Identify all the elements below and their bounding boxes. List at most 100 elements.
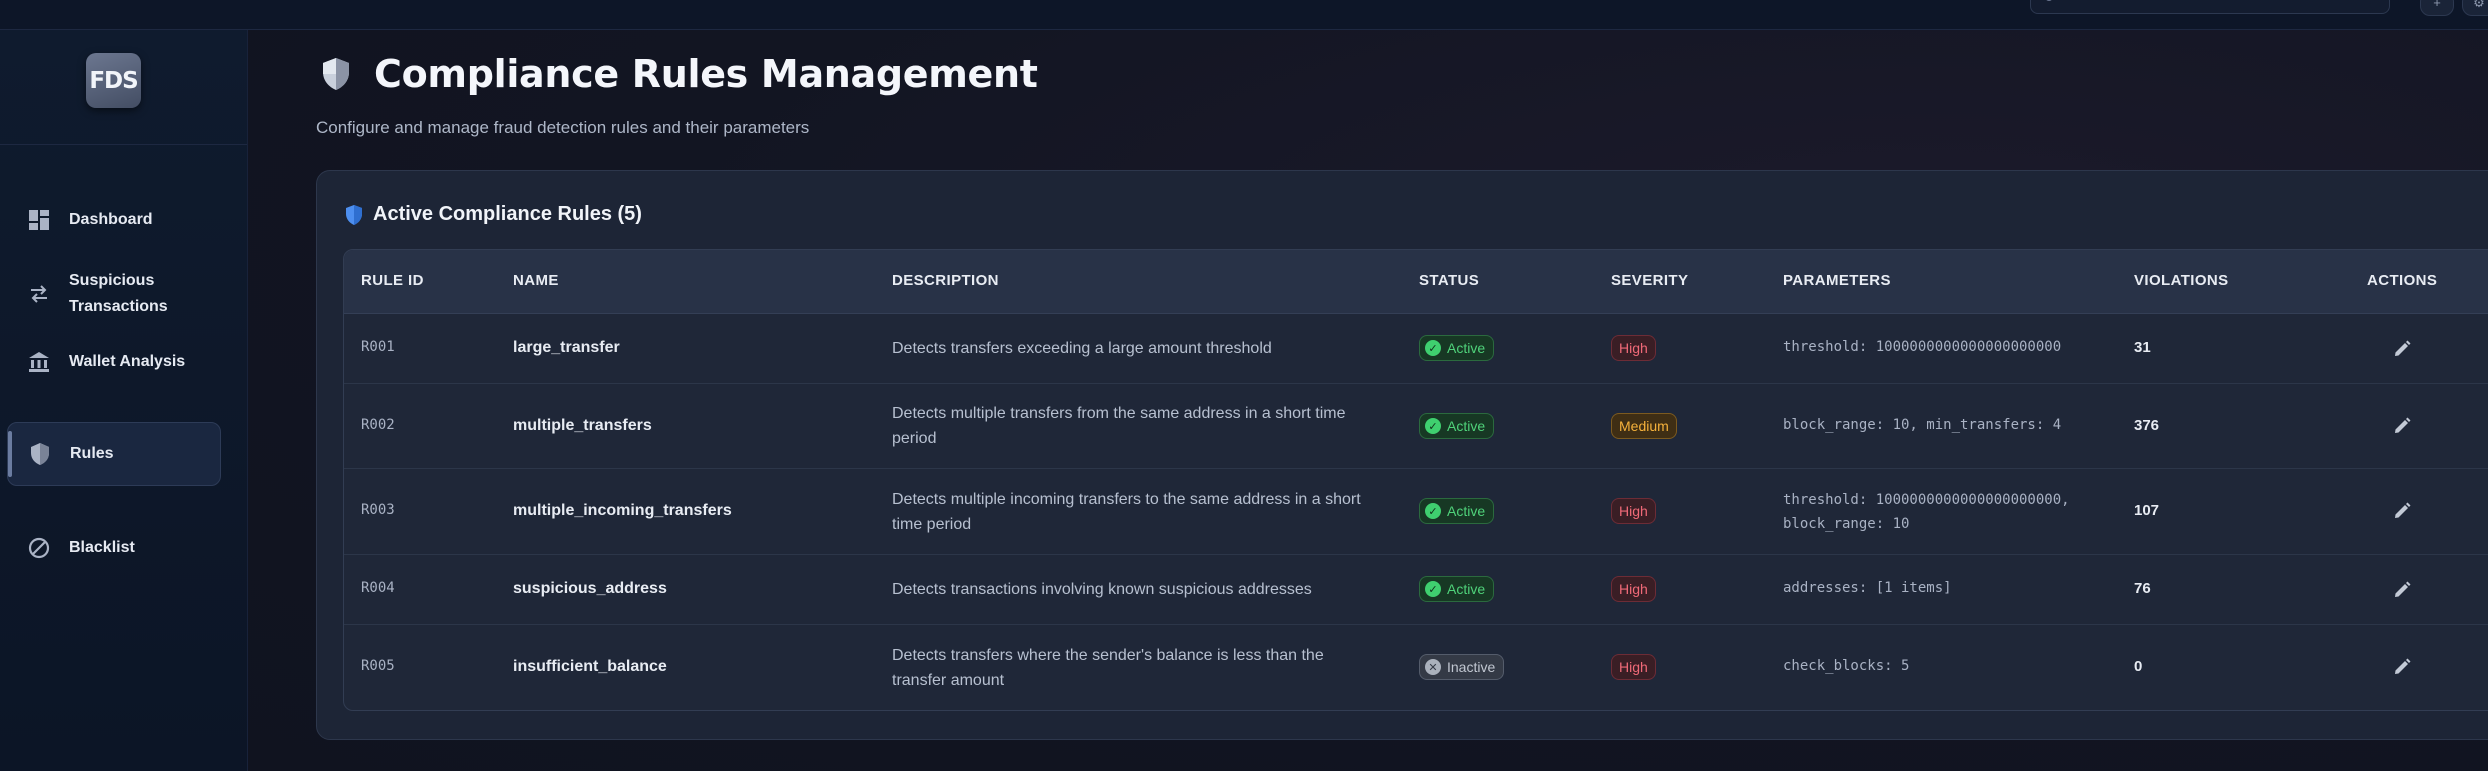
transfer-arrows-icon — [26, 281, 52, 307]
gear-icon: ⚙ — [2473, 0, 2485, 10]
card-header: Active Compliance Rules (5) — [345, 203, 642, 226]
rule-description: Detects multiple transfers from the same… — [892, 405, 1346, 447]
check-icon: ✓ — [1425, 340, 1441, 356]
sidebar-item-label: Wallet Analysis — [69, 353, 186, 370]
edit-button[interactable] — [2391, 338, 2413, 360]
pencil-icon — [2395, 581, 2411, 597]
pencil-icon — [2395, 417, 2411, 433]
page-title: Compliance Rules Management — [374, 52, 1038, 96]
status-label: Active — [1447, 581, 1486, 597]
logo[interactable]: FDS — [86, 53, 141, 108]
check-icon: ✓ — [1425, 581, 1441, 597]
rule-description: Detects transfers where the sender's bal… — [892, 647, 1324, 689]
table-row: R003 multiple_incoming_transfers Detects… — [344, 469, 2488, 555]
sidebar-item-label: Suspicious Transactions — [69, 272, 168, 315]
sidebar-item-suspicious-transactions[interactable]: Suspicious Transactions — [7, 256, 221, 332]
rule-parameters: addresses: [1 items] — [1783, 580, 1952, 596]
main-content: Compliance Rules Management Configure an… — [248, 30, 2488, 771]
pencil-icon — [2395, 502, 2411, 518]
status-label: Inactive — [1447, 659, 1496, 675]
edit-button[interactable] — [2391, 656, 2413, 678]
severity-badge: High — [1611, 335, 1656, 361]
table-header: RULE ID NAME DESCRIPTION STATUS SEVERITY… — [344, 250, 2488, 314]
page-subtitle: Configure and manage fraud detection rul… — [316, 118, 810, 137]
edit-button[interactable] — [2391, 500, 2413, 522]
search-icon — [2045, 0, 2053, 1]
rules-card: Active Compliance Rules (5) RULE ID NAME… — [316, 170, 2488, 740]
sidebar-item-dashboard[interactable]: Dashboard — [7, 194, 221, 246]
check-icon: ✓ — [1425, 503, 1441, 519]
rule-id: R004 — [361, 580, 395, 596]
column-header-parameters: PARAMETERS — [1783, 272, 1891, 289]
top-bar: + ⚙ — [0, 0, 2488, 30]
rule-description: Detects multiple incoming transfers to t… — [892, 491, 1361, 533]
shield-icon — [323, 58, 349, 90]
status-badge: ✓ Active — [1419, 498, 1495, 524]
violations-count: 0 — [2134, 658, 2143, 675]
status-label: Active — [1447, 340, 1486, 356]
pencil-icon — [2395, 658, 2411, 674]
sidebar-item-blacklist[interactable]: Blacklist — [7, 522, 221, 574]
sidebar-item-label: Dashboard — [69, 211, 153, 228]
sidebar-item-label: Blacklist — [69, 539, 135, 556]
search-input[interactable] — [2030, 0, 2390, 14]
column-header-actions: ACTIONS — [2367, 272, 2438, 289]
table-row: R001 large_transfer Detects transfers ex… — [344, 314, 2488, 384]
add-button[interactable]: + — [2420, 0, 2454, 16]
column-header-status: STATUS — [1419, 272, 1480, 289]
settings-button[interactable]: ⚙ — [2462, 0, 2488, 16]
block-icon — [26, 535, 52, 561]
table-row: R004 suspicious_address Detects transact… — [344, 555, 2488, 625]
rule-name: suspicious_address — [513, 580, 667, 597]
sidebar-item-wallet-analysis[interactable]: Wallet Analysis — [7, 336, 221, 388]
status-label: Active — [1447, 503, 1486, 519]
column-header-severity: SEVERITY — [1611, 272, 1689, 289]
edit-button[interactable] — [2391, 579, 2413, 601]
shield-icon — [346, 204, 362, 225]
column-header-rule-id: RULE ID — [361, 272, 424, 289]
violations-count: 31 — [2134, 339, 2151, 356]
rules-table: RULE ID NAME DESCRIPTION STATUS SEVERITY… — [343, 249, 2488, 711]
violations-count: 107 — [2134, 502, 2160, 519]
column-header-violations: VIOLATIONS — [2134, 272, 2229, 289]
rule-id: R005 — [361, 658, 395, 674]
sidebar-item-label: Rules — [70, 445, 114, 462]
page-header: Compliance Rules Management — [320, 52, 1038, 96]
status-badge: ✓ Active — [1419, 335, 1495, 361]
rule-parameters: check_blocks: 5 — [1783, 658, 1910, 674]
bank-icon — [26, 349, 52, 375]
pencil-icon — [2395, 340, 2411, 356]
shield-icon — [27, 441, 53, 467]
card-title: Active Compliance Rules (5) — [373, 203, 642, 225]
severity-badge: High — [1611, 498, 1656, 524]
rule-description: Detects transfers exceeding a large amou… — [892, 340, 1272, 357]
rule-parameters: threshold: 1000000000000000000000 — [1783, 339, 2062, 355]
status-badge: ✕ Inactive — [1419, 654, 1505, 680]
rule-name: insufficient_balance — [513, 658, 667, 675]
rule-name: multiple_transfers — [513, 417, 652, 434]
rule-id: R003 — [361, 502, 395, 518]
rule-description: Detects transactions involving known sus… — [892, 581, 1312, 598]
status-badge: ✓ Active — [1419, 413, 1495, 439]
rule-parameters: block_range: 10, min_transfers: 4 — [1783, 417, 2062, 433]
rule-name: multiple_incoming_transfers — [513, 502, 732, 519]
sidebar: FDS Dashboard Suspicious Transactions Wa… — [0, 30, 248, 771]
table-row: R005 insufficient_balance Detects transf… — [344, 625, 2488, 710]
logo-area: FDS — [0, 30, 247, 145]
x-circle-icon: ✕ — [1425, 659, 1441, 675]
violations-count: 376 — [2134, 417, 2160, 434]
column-header-description: DESCRIPTION — [892, 272, 999, 289]
violations-count: 76 — [2134, 580, 2151, 597]
severity-badge: Medium — [1611, 413, 1677, 439]
rule-id: R002 — [361, 417, 395, 433]
column-header-name: NAME — [513, 272, 559, 289]
plus-icon: + — [2433, 0, 2441, 10]
severity-badge: High — [1611, 654, 1656, 680]
sidebar-item-rules[interactable]: Rules — [7, 422, 221, 486]
rule-parameters: threshold: 1000000000000000000000, block… — [1783, 492, 2070, 532]
status-label: Active — [1447, 418, 1486, 434]
edit-button[interactable] — [2391, 415, 2413, 437]
check-icon: ✓ — [1425, 418, 1441, 434]
status-badge: ✓ Active — [1419, 576, 1495, 602]
rule-name: large_transfer — [513, 339, 620, 356]
